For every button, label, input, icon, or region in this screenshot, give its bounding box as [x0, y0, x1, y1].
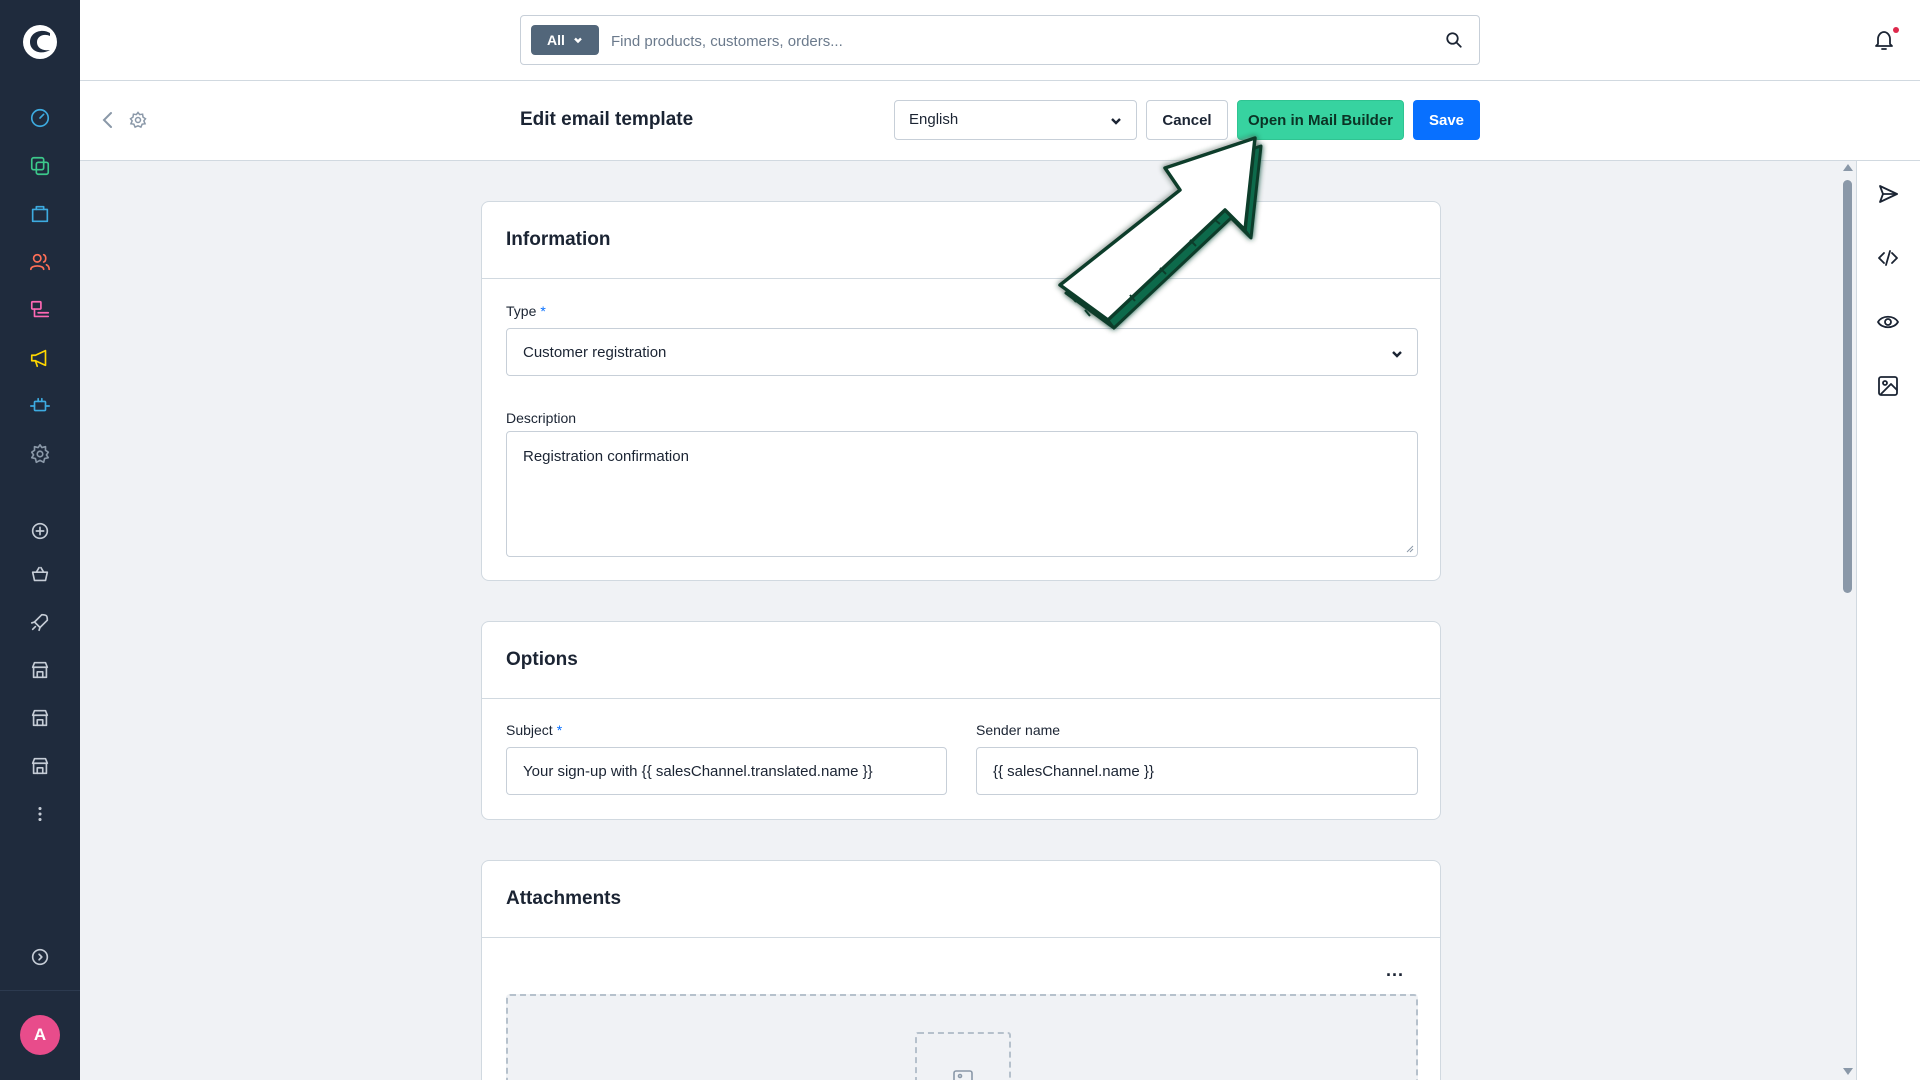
storefront-icon-2[interactable]	[26, 704, 54, 732]
attachments-card-title: Attachments	[482, 861, 1440, 938]
image-placeholder	[915, 1032, 1011, 1080]
module-settings-icon[interactable]	[128, 110, 148, 130]
options-card: Options Subject * Your sign-up with {{ sa…	[481, 621, 1441, 820]
subject-label: Subject *	[506, 722, 562, 738]
expand-sidebar-icon[interactable]	[26, 943, 54, 971]
admin-sidebar: A	[0, 0, 80, 1080]
save-button[interactable]: Save	[1413, 100, 1480, 140]
chevron-down-icon	[1392, 351, 1402, 358]
media-upload-dropzone[interactable]	[506, 994, 1418, 1080]
sidebar-divider	[0, 990, 80, 991]
language-switch-value: English	[909, 111, 959, 128]
description-textarea[interactable]: Registration confirmation	[506, 431, 1418, 557]
search-input[interactable]	[611, 28, 1391, 54]
type-select-value: Customer registration	[523, 343, 667, 361]
sender-name-label: Sender name	[976, 722, 1061, 738]
resize-handle-icon[interactable]	[1406, 545, 1414, 553]
headless-rocket-icon[interactable]	[26, 608, 54, 636]
media-image-icon[interactable]	[1876, 374, 1900, 398]
search-scope-label: All	[547, 32, 565, 48]
show-variables-code-icon[interactable]	[1876, 246, 1900, 270]
sender-name-input[interactable]: {{ salesChannel.name }}	[976, 747, 1418, 795]
notification-badge	[1893, 27, 1899, 33]
right-sidebar	[1856, 161, 1920, 1080]
storefront-basket-icon[interactable]	[26, 560, 54, 588]
orders-icon[interactable]	[26, 200, 54, 228]
pointer-arrow-annotation	[1058, 136, 1263, 330]
extensions-icon[interactable]	[26, 392, 54, 420]
user-avatar[interactable]: A	[20, 1015, 60, 1055]
chevron-down-icon	[574, 37, 582, 44]
shopware-logo[interactable]	[20, 22, 60, 62]
required-mark: *	[540, 303, 546, 319]
sender-name-value: {{ salesChannel.name }}	[993, 762, 1154, 780]
information-card: Information Type * Customer registration …	[481, 201, 1441, 581]
storefront-icon-3[interactable]	[26, 752, 54, 780]
required-mark: *	[556, 722, 563, 738]
scroll-up-arrow-icon[interactable]	[1843, 164, 1853, 171]
content-icon[interactable]	[26, 296, 54, 324]
preview-eye-icon[interactable]	[1876, 310, 1900, 334]
type-label: Type *	[506, 303, 546, 319]
scroll-down-arrow-icon[interactable]	[1843, 1068, 1853, 1075]
catalogue-icon[interactable]	[26, 152, 54, 180]
type-label-text: Type	[506, 303, 537, 319]
search-icon[interactable]	[1445, 31, 1463, 49]
image-placeholder-icon	[953, 1070, 973, 1080]
more-channels-icon[interactable]	[26, 800, 54, 828]
storefront-icon-1[interactable]	[26, 656, 54, 684]
description-label: Description	[506, 410, 577, 426]
notifications-bell-icon[interactable]	[1872, 28, 1896, 52]
attachments-more-actions-icon[interactable]: ...	[1386, 961, 1404, 979]
attachments-card: Attachments ...	[481, 860, 1441, 1080]
send-test-mail-icon[interactable]	[1876, 182, 1900, 206]
back-chevron-icon[interactable]	[100, 110, 116, 130]
search-scope-dropdown[interactable]: All	[531, 25, 599, 55]
subject-input[interactable]: Your sign-up with {{ salesChannel.transl…	[506, 747, 947, 795]
customers-icon[interactable]	[26, 248, 54, 276]
subject-label-text: Subject	[506, 722, 553, 738]
information-card-title: Information	[482, 202, 1440, 279]
settings-icon[interactable]	[26, 440, 54, 468]
dashboard-icon[interactable]	[26, 104, 54, 132]
subject-value: Your sign-up with {{ salesChannel.transl…	[523, 762, 873, 780]
global-search: All	[520, 15, 1480, 65]
add-sales-channel-icon[interactable]	[26, 517, 54, 545]
description-value: Registration confirmation	[523, 448, 689, 465]
scrollbar-thumb[interactable]	[1843, 180, 1852, 593]
page-title: Edit email template	[520, 109, 694, 130]
options-card-title: Options	[482, 622, 1440, 699]
marketing-icon[interactable]	[26, 344, 54, 372]
